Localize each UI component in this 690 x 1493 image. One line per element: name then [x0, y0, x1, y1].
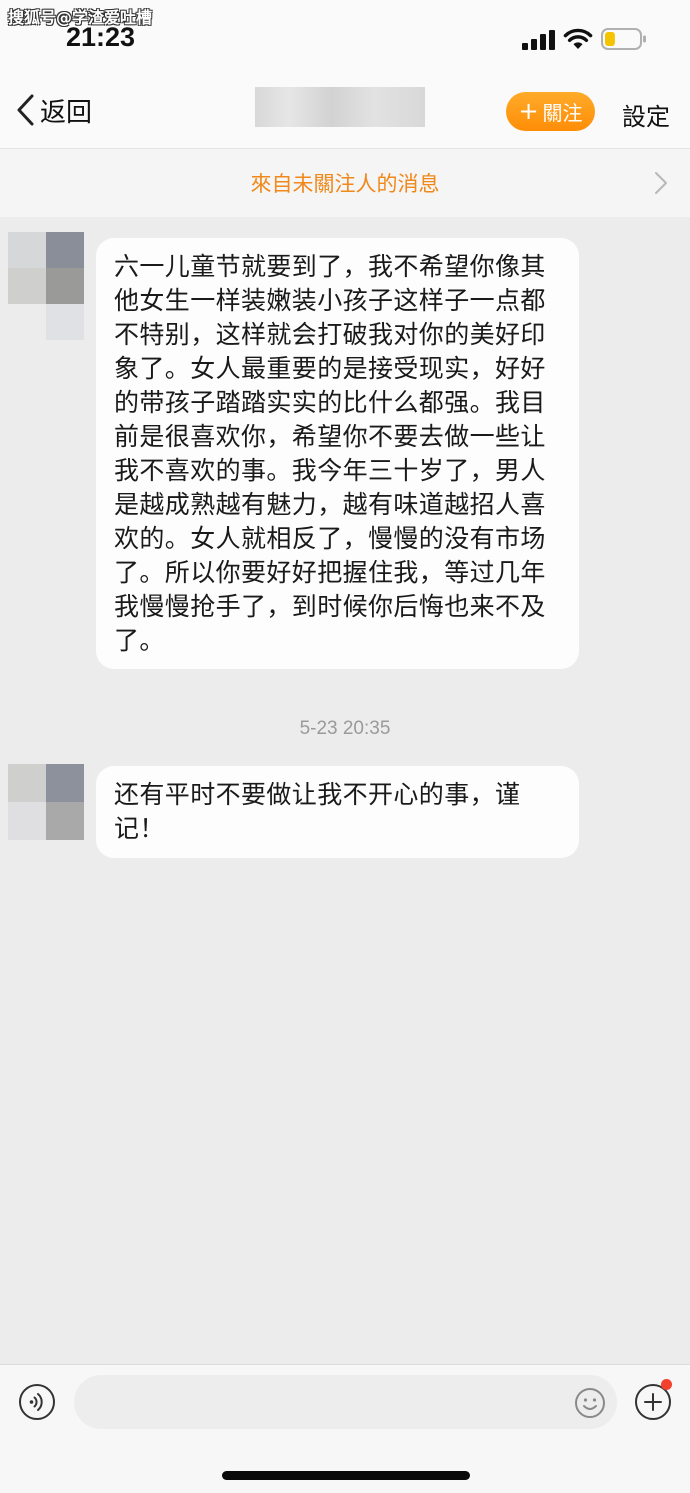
status-time: 21:23: [66, 22, 136, 52]
back-label: 返回: [40, 97, 93, 128]
follow-button[interactable]: + 關注: [506, 92, 595, 131]
status-bar: 搜狐号@学渣爱吐槽 21:23: [0, 0, 690, 70]
signal-icon: [522, 30, 555, 50]
emoji-icon[interactable]: [574, 1387, 606, 1419]
nav-bar: 返回 + 關注 設定: [0, 70, 690, 148]
avatar[interactable]: [8, 232, 84, 340]
wifi-icon: [563, 28, 593, 49]
avatar[interactable]: [8, 764, 84, 840]
notice-text: 來自未關注人的消息: [250, 172, 440, 196]
battery-icon: [601, 28, 646, 50]
home-indicator: [222, 1471, 470, 1480]
back-button[interactable]: 返回: [14, 88, 92, 132]
plus-icon: +: [518, 96, 539, 125]
message-input[interactable]: [74, 1375, 617, 1429]
settings-button[interactable]: 設定: [622, 97, 670, 132]
message-bubble: 还有平时不要做让我不开心的事，谨记！: [96, 766, 579, 858]
message-bubble: 六一儿童节就要到了，我不希望你像其他女生一样装嫩装小孩子这样子一点都不特别，这样…: [96, 238, 579, 669]
follow-label: 關注: [542, 101, 583, 125]
stranger-message-notice[interactable]: 來自未關注人的消息: [0, 148, 690, 217]
notification-dot: [661, 1379, 672, 1390]
message-timestamp: 5-23 20:35: [299, 718, 391, 739]
back-chevron-icon: [17, 94, 34, 126]
voice-icon[interactable]: [18, 1383, 56, 1421]
blurred-username: [255, 87, 425, 127]
chevron-right-icon: [655, 172, 667, 194]
